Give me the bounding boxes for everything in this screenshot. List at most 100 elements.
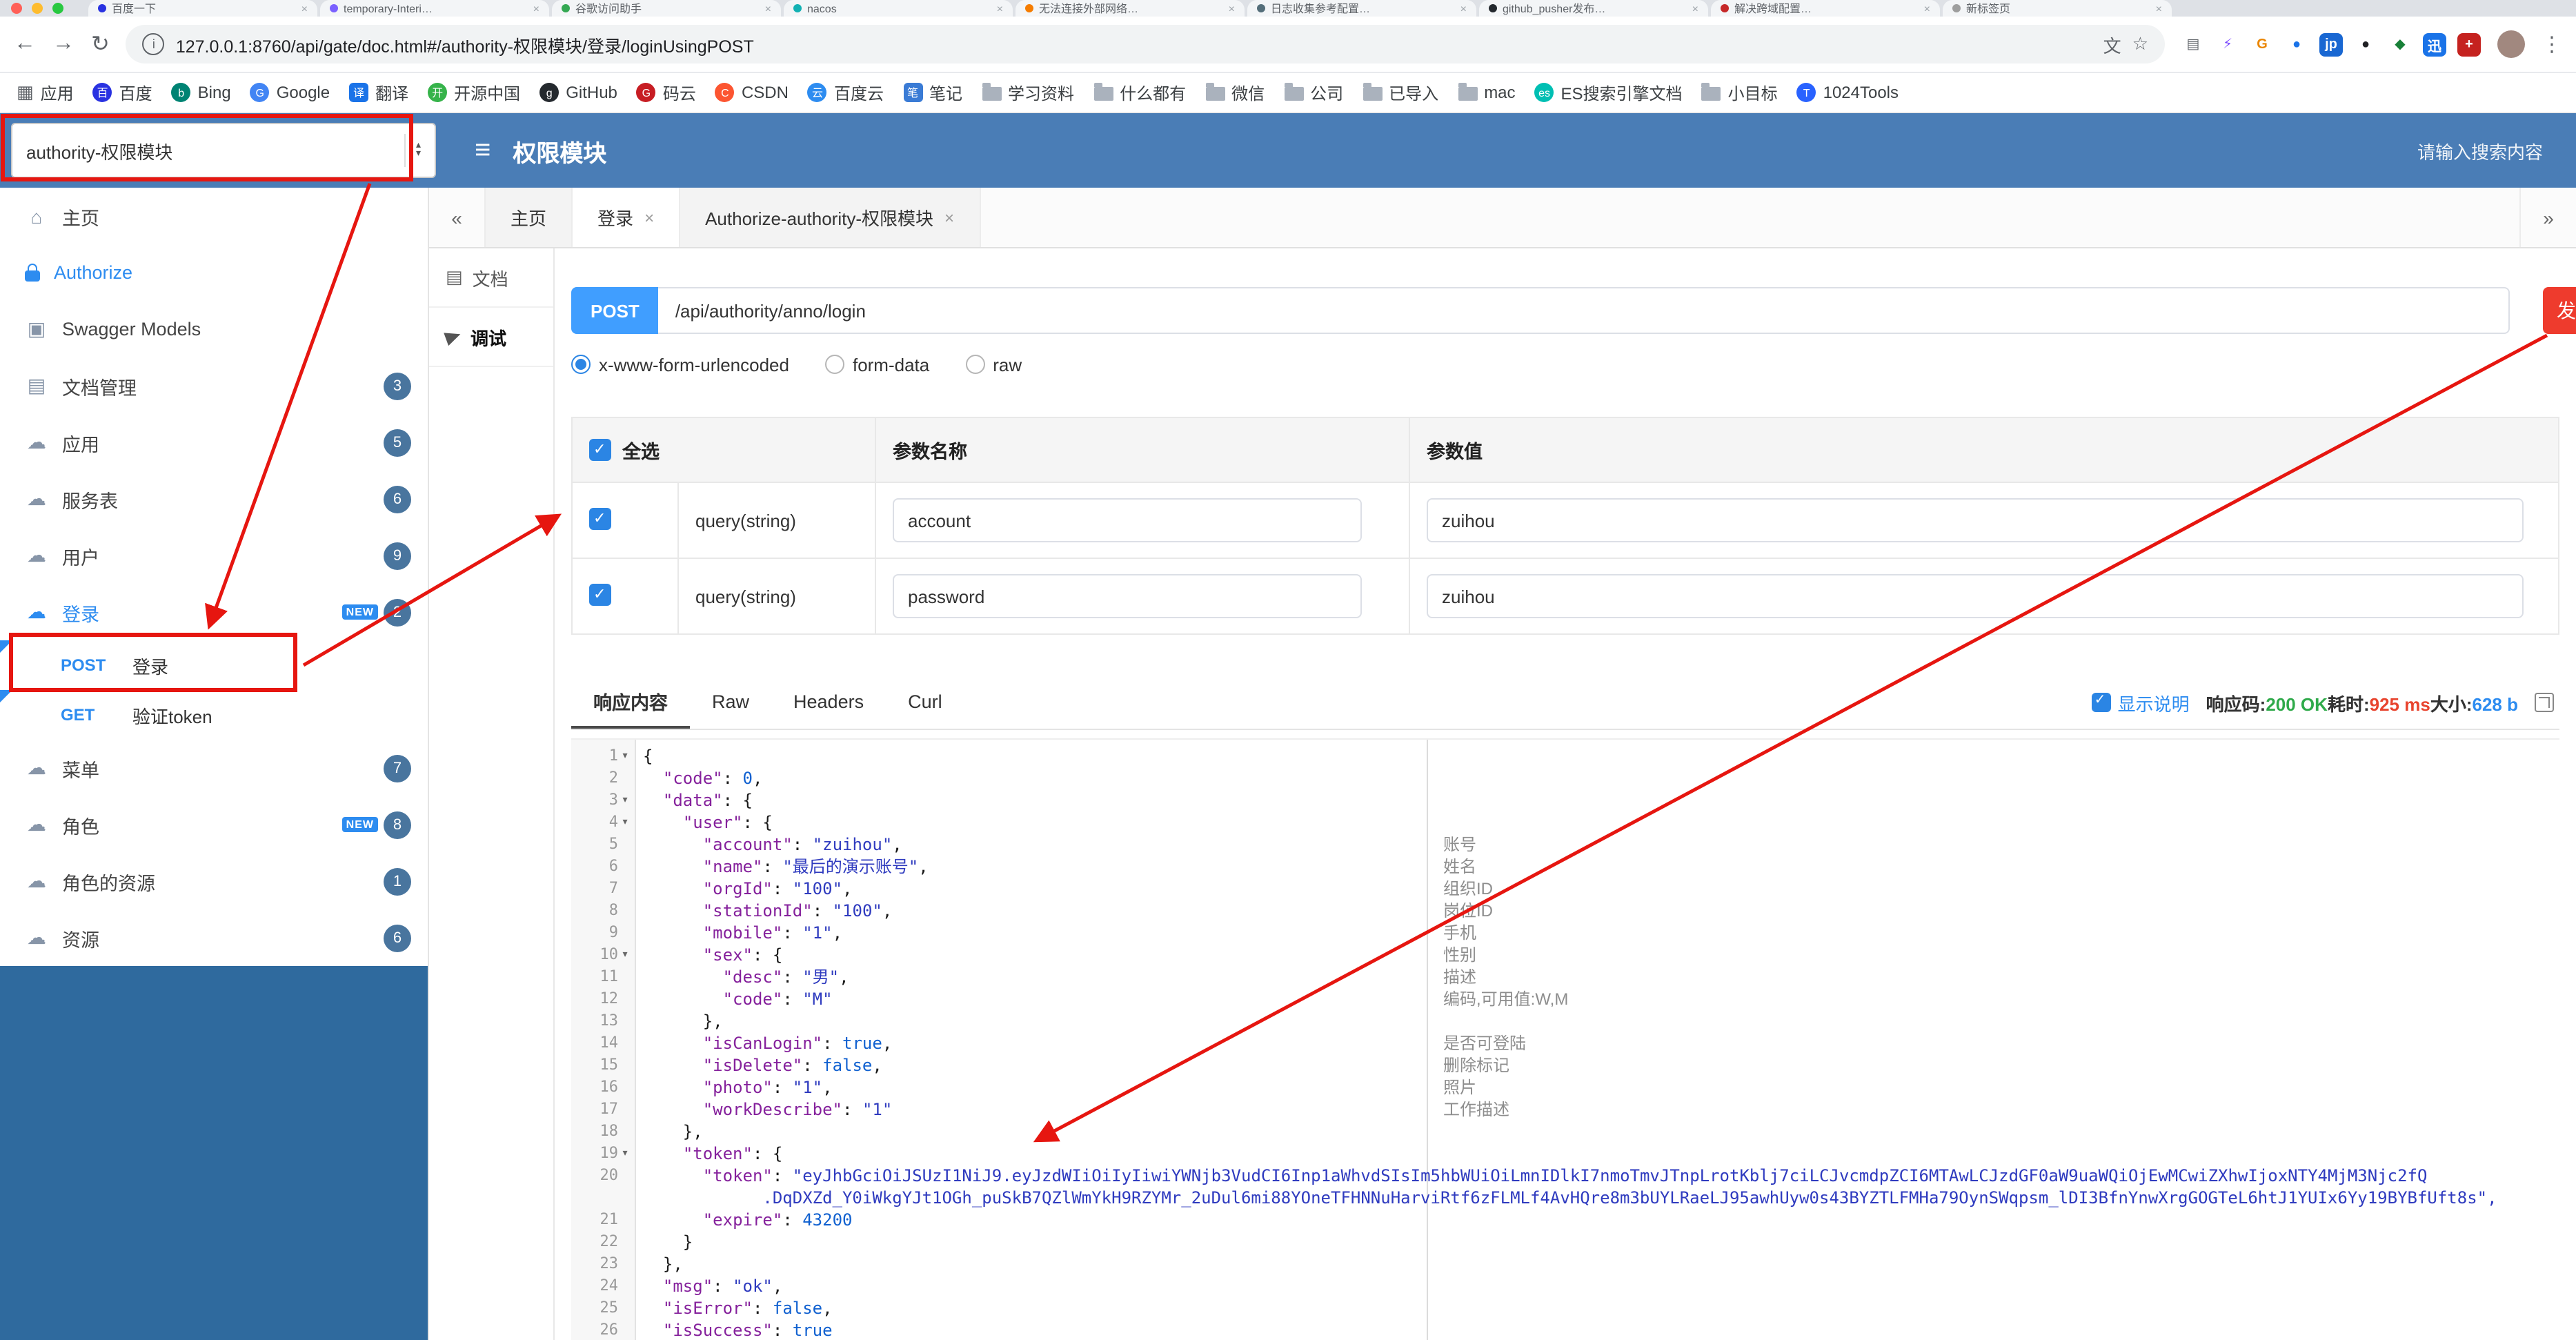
translate-icon[interactable]: 文 — [2103, 31, 2121, 57]
sidebar-endpoint-验证token[interactable]: GET 验证token — [0, 690, 428, 740]
extension-icon-1[interactable]: ⚡ — [2216, 32, 2239, 56]
fold-icon[interactable]: ▾ — [618, 944, 632, 966]
bookmark-学习资料[interactable]: 学习资料 — [982, 81, 1074, 104]
browser-tab[interactable]: temporary-Interi… × — [320, 0, 549, 17]
bookmark-小目标[interactable]: 小目标 — [1701, 81, 1778, 104]
content-type-form-data[interactable]: form-data — [824, 354, 929, 375]
sidebar-item-服务表[interactable]: ☁ 服务表 6 — [0, 471, 428, 527]
tab-close-icon[interactable]: × — [533, 2, 539, 14]
tab-close-icon[interactable]: × — [1460, 2, 1467, 14]
bookmark-Bing[interactable]: b Bing — [171, 83, 231, 102]
page-tab-登录[interactable]: 登录 × — [573, 188, 681, 247]
window-controls[interactable] — [11, 3, 63, 14]
close-tab-icon[interactable]: × — [644, 208, 654, 227]
sidebar-item-Swagger Models[interactable]: ▣ Swagger Models — [0, 301, 428, 357]
bookmark-翻译[interactable]: 译翻译 — [349, 81, 408, 104]
extension-icon-2[interactable]: G — [2250, 32, 2274, 56]
sidebar-item-文档管理[interactable]: ▤ 文档管理 3 — [0, 357, 428, 414]
sidebar-item-主页[interactable]: ⌂ 主页 — [0, 188, 428, 244]
response-tab-Headers[interactable]: Headers — [771, 680, 886, 725]
bookmark-码云[interactable]: G 码云 — [636, 81, 696, 104]
fold-icon[interactable]: ▾ — [618, 1143, 632, 1165]
send-button[interactable]: 发送 — [2543, 287, 2576, 334]
close-window-button[interactable] — [11, 3, 22, 14]
browser-tab[interactable]: 新标签页 × — [1943, 0, 2172, 17]
sidebar-item-菜单[interactable]: ☁ 菜单 7 — [0, 740, 428, 796]
param-checkbox[interactable] — [589, 507, 611, 529]
browser-tab[interactable]: github_pusher发布… × — [1479, 0, 1708, 17]
module-select[interactable]: authority-权限模块 ▴ ▾ — [11, 123, 436, 178]
minimize-window-button[interactable] — [32, 3, 43, 14]
bookmark-什么都有[interactable]: 什么都有 — [1093, 81, 1186, 104]
zoom-window-button[interactable] — [52, 3, 63, 14]
select-all-checkbox[interactable] — [589, 439, 611, 461]
fold-icon[interactable]: ▾ — [618, 811, 632, 834]
bookmark-ES搜索引擎文档[interactable]: es ES搜索引擎文档 — [1534, 81, 1683, 104]
tab-close-icon[interactable]: × — [1692, 2, 1698, 14]
bookmark-Google[interactable]: G Google — [250, 83, 330, 102]
response-tab-响应内容[interactable]: 响应内容 — [571, 676, 690, 729]
doc-tab-调试[interactable]: 调试 — [429, 308, 553, 367]
browser-tab[interactable]: 谷歌访问助手 × — [552, 0, 781, 17]
sidebar-item-应用[interactable]: ☁ 应用 5 — [0, 414, 428, 471]
param-name-input[interactable] — [893, 574, 1362, 618]
bookmark-mac[interactable]: mac — [1458, 83, 1516, 102]
bookmark-百度[interactable]: 百百度 — [92, 81, 152, 104]
extension-icon-4[interactable]: jp — [2319, 32, 2343, 56]
browser-tab[interactable]: 解决跨域配置… × — [1711, 0, 1940, 17]
show-desc-toggle[interactable]: 显示说明 — [2091, 689, 2190, 716]
extension-icon-0[interactable]: ▤ — [2181, 32, 2205, 56]
bookmark-应用[interactable]: ▦ 应用 — [17, 81, 74, 104]
bookmark-笔记[interactable]: 笔笔记 — [903, 81, 962, 104]
extension-icon-6[interactable]: ◆ — [2388, 32, 2412, 56]
fold-icon[interactable]: ▾ — [618, 789, 632, 811]
tab-close-icon[interactable]: × — [997, 2, 1003, 14]
extension-icon-3[interactable]: ● — [2285, 32, 2308, 56]
browser-tab[interactable]: 百度一下 × — [88, 0, 317, 17]
bookmark-百度云[interactable]: 云百度云 — [807, 81, 884, 104]
tab-close-icon[interactable]: × — [1229, 2, 1235, 14]
reload-icon[interactable]: ↻ — [91, 30, 110, 58]
doc-tab-文档[interactable]: ▤ 文档 — [429, 248, 553, 308]
response-editor[interactable]: 1 ▾{2 "code": 0, 3 ▾ "data": {4 ▾ "user": {5… — [571, 738, 2559, 1340]
sidebar-item-登录[interactable]: ☁ 登录 NEW 2 — [0, 584, 428, 640]
param-checkbox[interactable] — [589, 583, 611, 605]
extension-icon-8[interactable]: + — [2457, 32, 2481, 56]
site-info-icon[interactable]: i — [142, 33, 165, 55]
sidebar-item-角色[interactable]: ☁ 角色 NEW 8 — [0, 796, 428, 853]
bookmark-已导入[interactable]: 已导入 — [1363, 81, 1438, 104]
page-tab-主页[interactable]: 主页 — [486, 188, 573, 247]
sidebar-item-用户[interactable]: ☁ 用户 9 — [0, 527, 428, 584]
bookmark-GitHub[interactable]: g GitHub — [539, 83, 617, 102]
forward-icon[interactable]: → — [52, 32, 75, 57]
browser-tab[interactable]: nacos × — [784, 0, 1013, 17]
fold-icon[interactable]: ▾ — [618, 745, 632, 767]
response-tab-Curl[interactable]: Curl — [886, 680, 964, 725]
back-icon[interactable]: ← — [14, 32, 36, 57]
browser-tab[interactable]: 无法连接外部网络… × — [1015, 0, 1245, 17]
response-tab-Raw[interactable]: Raw — [690, 680, 771, 725]
sidebar-item-资源[interactable]: ☁ 资源 6 — [0, 909, 428, 966]
menu-toggle-icon[interactable]: ≡ — [475, 135, 491, 166]
tab-close-icon[interactable]: × — [2156, 2, 2162, 14]
sidebar-endpoint-登录[interactable]: POST 登录 — [0, 640, 428, 690]
browser-tab[interactable]: 日志收集参考配置… × — [1247, 0, 1476, 17]
expand-tabs-icon[interactable]: » — [2519, 188, 2576, 247]
param-value-input[interactable] — [1427, 574, 2524, 618]
tab-close-icon[interactable]: × — [765, 2, 771, 14]
bookmark-微信[interactable]: 微信 — [1205, 81, 1265, 104]
page-tab-Authorize-authority-权限模块[interactable]: Authorize-authority-权限模块 × — [680, 188, 981, 247]
param-value-input[interactable] — [1427, 498, 2524, 542]
header-search-input[interactable]: 请输入搜索内容 — [2417, 137, 2543, 164]
browser-menu-icon[interactable]: ⋮ — [2542, 32, 2562, 57]
profile-avatar[interactable] — [2497, 30, 2525, 58]
fullscreen-icon[interactable] — [2535, 693, 2554, 712]
tab-close-icon[interactable]: × — [1924, 2, 1930, 14]
address-bar[interactable]: i 127.0.0.1:8760/api/gate/doc.html#/auth… — [126, 25, 2165, 63]
collapse-tabs-icon[interactable]: « — [429, 188, 486, 247]
extension-icon-7[interactable]: 迅 — [2423, 32, 2446, 56]
content-type-x-www-form-urlencoded[interactable]: x-www-form-urlencoded — [571, 354, 789, 375]
bookmark-1024Tools[interactable]: T 1024Tools — [1796, 83, 1899, 102]
sidebar-item-角色的资源[interactable]: ☁ 角色的资源 1 — [0, 853, 428, 909]
content-type-raw[interactable]: raw — [965, 354, 1022, 375]
